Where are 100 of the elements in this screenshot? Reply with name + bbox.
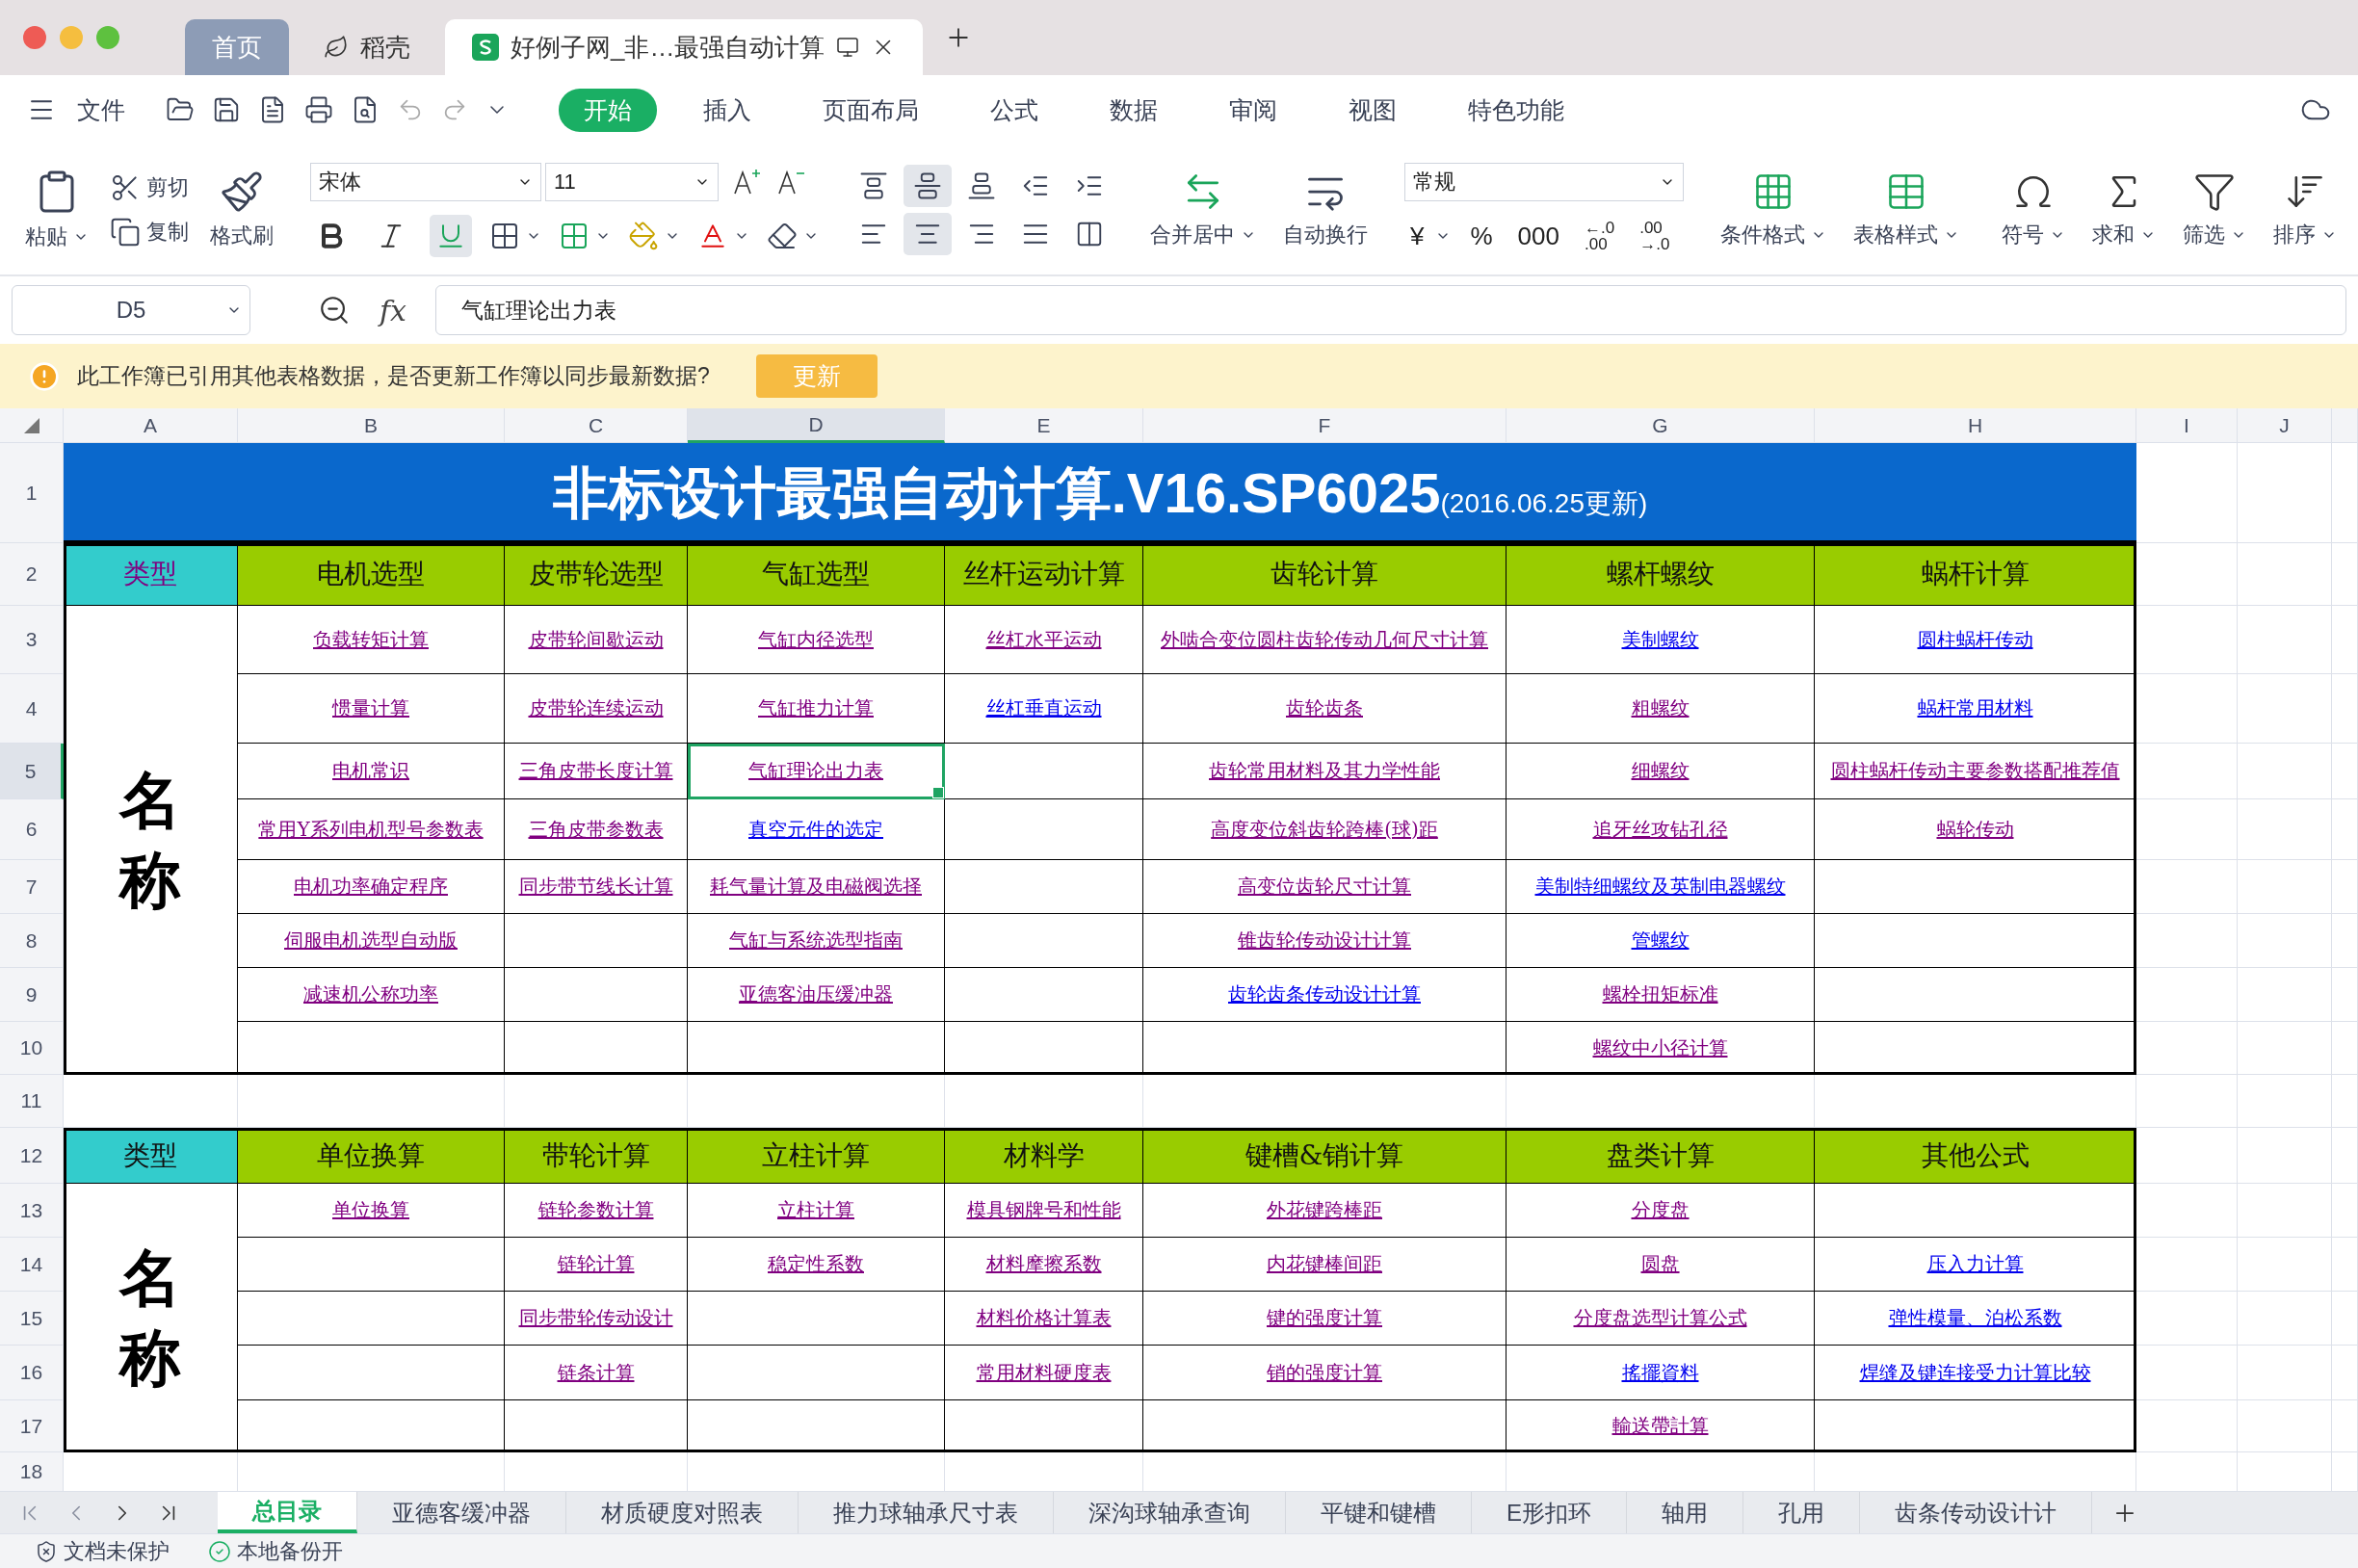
sheet-cell[interactable] [2332,1346,2358,1400]
hyperlink[interactable]: 焊缝及键连接受力计算比较 [1859,1359,2091,1386]
format-painter-button[interactable]: 格式刷 [204,165,279,254]
shield-icon[interactable] [35,1539,58,1563]
table-cell[interactable]: 三角皮带长度计算 [505,744,688,799]
hyperlink[interactable]: 电机功率确定程序 [294,874,448,900]
table-cell[interactable]: 高度变位斜齿轮跨棒(球)距 [1143,799,1506,860]
hyperlink[interactable]: 伺服电机选型自动版 [284,928,458,954]
hyperlink[interactable]: 负载转矩计算 [313,626,429,653]
hyperlink[interactable]: 气缸推力计算 [758,695,874,721]
row-header[interactable]: 17 [0,1400,64,1452]
table-cell[interactable] [945,799,1143,860]
sheet-cell[interactable] [2238,1292,2332,1346]
hyperlink[interactable]: 亚德客油压缓冲器 [739,981,893,1007]
table-cell[interactable]: 齿轮齿条传动设计计算 [1143,968,1506,1022]
table-cell[interactable]: 稳定性系数 [688,1238,945,1292]
monitor-icon[interactable] [836,36,860,59]
table-cell[interactable]: 链条计算 [505,1346,688,1400]
hyperlink[interactable]: 追牙丝攻钻孔径 [1592,816,1728,843]
row-header[interactable]: 18 [0,1452,64,1492]
column-header[interactable]: F [1143,408,1506,443]
table-cell[interactable] [945,968,1143,1022]
sheet-cell[interactable] [2136,968,2238,1022]
hyperlink[interactable]: 气缸与系统选型指南 [729,928,903,954]
file-menu[interactable]: 文件 [77,93,125,126]
sheet-cell[interactable] [2136,543,2238,606]
sheet-cell[interactable] [2238,1128,2332,1184]
hyperlink[interactable]: 链轮计算 [557,1251,635,1277]
window-tab[interactable]: 稻壳 [297,19,437,75]
name-box[interactable]: D5 [12,285,250,335]
sheet-cell[interactable] [2136,606,2238,674]
hyperlink[interactable]: 皮带轮连续运动 [528,695,664,721]
hyperlink[interactable]: 键的强度计算 [1267,1305,1382,1331]
font-size-select[interactable]: 11 [545,162,719,201]
sheet-cell[interactable] [2332,914,2358,968]
print-icon[interactable] [304,95,333,124]
row-header[interactable]: 13 [0,1184,64,1238]
sheet-cell[interactable] [2238,1346,2332,1400]
hyperlink[interactable]: 蜗杆常用材料 [1917,695,2033,721]
number-format-button[interactable]: ¥ [1404,214,1430,257]
table-cell[interactable]: 齿轮常用材料及其力学性能 [1143,744,1506,799]
table-cell[interactable]: 圆盘 [1506,1238,1815,1292]
select-all-corner[interactable] [0,408,64,443]
sheet-cell[interactable] [2136,914,2238,968]
sheet-cell[interactable] [2238,674,2332,744]
hyperlink[interactable]: 模具钢牌号和性能 [966,1197,1121,1223]
table-cell[interactable]: 外花键跨棒距 [1143,1184,1506,1238]
hyperlink[interactable]: 美制特细螺纹及英制电器螺纹 [1534,874,1786,900]
hyperlink[interactable]: 三角皮带长度计算 [518,758,673,784]
sheet-cell[interactable] [2136,1128,2238,1184]
hyperlink[interactable]: 链轮参数计算 [537,1197,654,1223]
hyperlink[interactable]: 粗螺纹 [1631,695,1690,721]
sheet-cell[interactable] [2238,860,2332,914]
check-icon[interactable] [208,1539,231,1563]
sheet-cell[interactable] [2332,443,2358,543]
table-cell[interactable]: 气缸推力计算 [688,674,945,744]
leaf-icon[interactable] [324,35,349,60]
sheet-cell[interactable] [2332,1128,2358,1184]
table-cell[interactable]: 追牙丝攻钻孔径 [1506,799,1815,860]
row-header[interactable]: 4 [0,674,64,744]
row-header[interactable]: 9 [0,968,64,1022]
hyperlink[interactable]: 輸送帶計算 [1611,1413,1709,1439]
table-cell[interactable]: 锥齿轮传动设计计算 [1143,914,1506,968]
zoom-icon[interactable] [318,294,351,327]
hyperlink[interactable]: 常用Y系列电机型号参数表 [258,816,484,843]
sheet-cell[interactable] [2332,606,2358,674]
hyperlink[interactable]: 丝杠水平运动 [985,626,1102,653]
copy-icon[interactable] [110,216,141,248]
hyperlink[interactable]: 分度盘 [1631,1197,1690,1223]
row-header[interactable]: 3 [0,606,64,674]
hyperlink[interactable]: 气缸内径选型 [758,626,874,653]
brush-icon[interactable] [220,169,264,214]
font-select[interactable]: 宋体 [310,162,541,201]
table-cell[interactable] [238,1292,505,1346]
ribbon-tab[interactable]: 插入 [678,88,776,132]
table-cell[interactable]: 外啮合变位圆柱齿轮传动几何尺寸计算 [1143,606,1506,674]
row-header[interactable]: 14 [0,1238,64,1292]
table-cell[interactable] [945,860,1143,914]
status-item[interactable]: 本地备份开 [208,1536,343,1566]
table-cell[interactable]: 同步带节线长计算 [505,860,688,914]
number-format-button[interactable]: 000 [1511,214,1565,257]
align-center-button[interactable] [904,212,952,255]
column-header[interactable]: A [64,408,238,443]
hyperlink[interactable]: 锥齿轮传动设计计算 [1238,928,1411,954]
sheet-cell[interactable] [2332,968,2358,1022]
column-header[interactable]: J [2238,408,2332,443]
sheet-cell[interactable] [2332,1400,2358,1452]
hyperlink[interactable]: 细螺纹 [1631,758,1690,784]
row-header[interactable]: 15 [0,1292,64,1346]
toolbar-button[interactable]: 符号 [1996,166,2071,253]
table-cell[interactable]: 管螺纹 [1506,914,1815,968]
hyperlink[interactable]: 真空元件的选定 [748,816,883,843]
table-cell[interactable]: 伺服电机选型自动版 [238,914,505,968]
sheet-cell[interactable] [2136,744,2238,799]
hyperlink[interactable]: 美制螺纹 [1621,626,1699,653]
table-cell[interactable]: 丝杠垂直运动 [945,674,1143,744]
align-middle-button[interactable] [904,164,952,207]
sheet-cell[interactable] [2332,1292,2358,1346]
sheet-cell[interactable] [2136,1292,2238,1346]
hyperlink[interactable]: 皮带轮间歇运动 [528,626,664,653]
